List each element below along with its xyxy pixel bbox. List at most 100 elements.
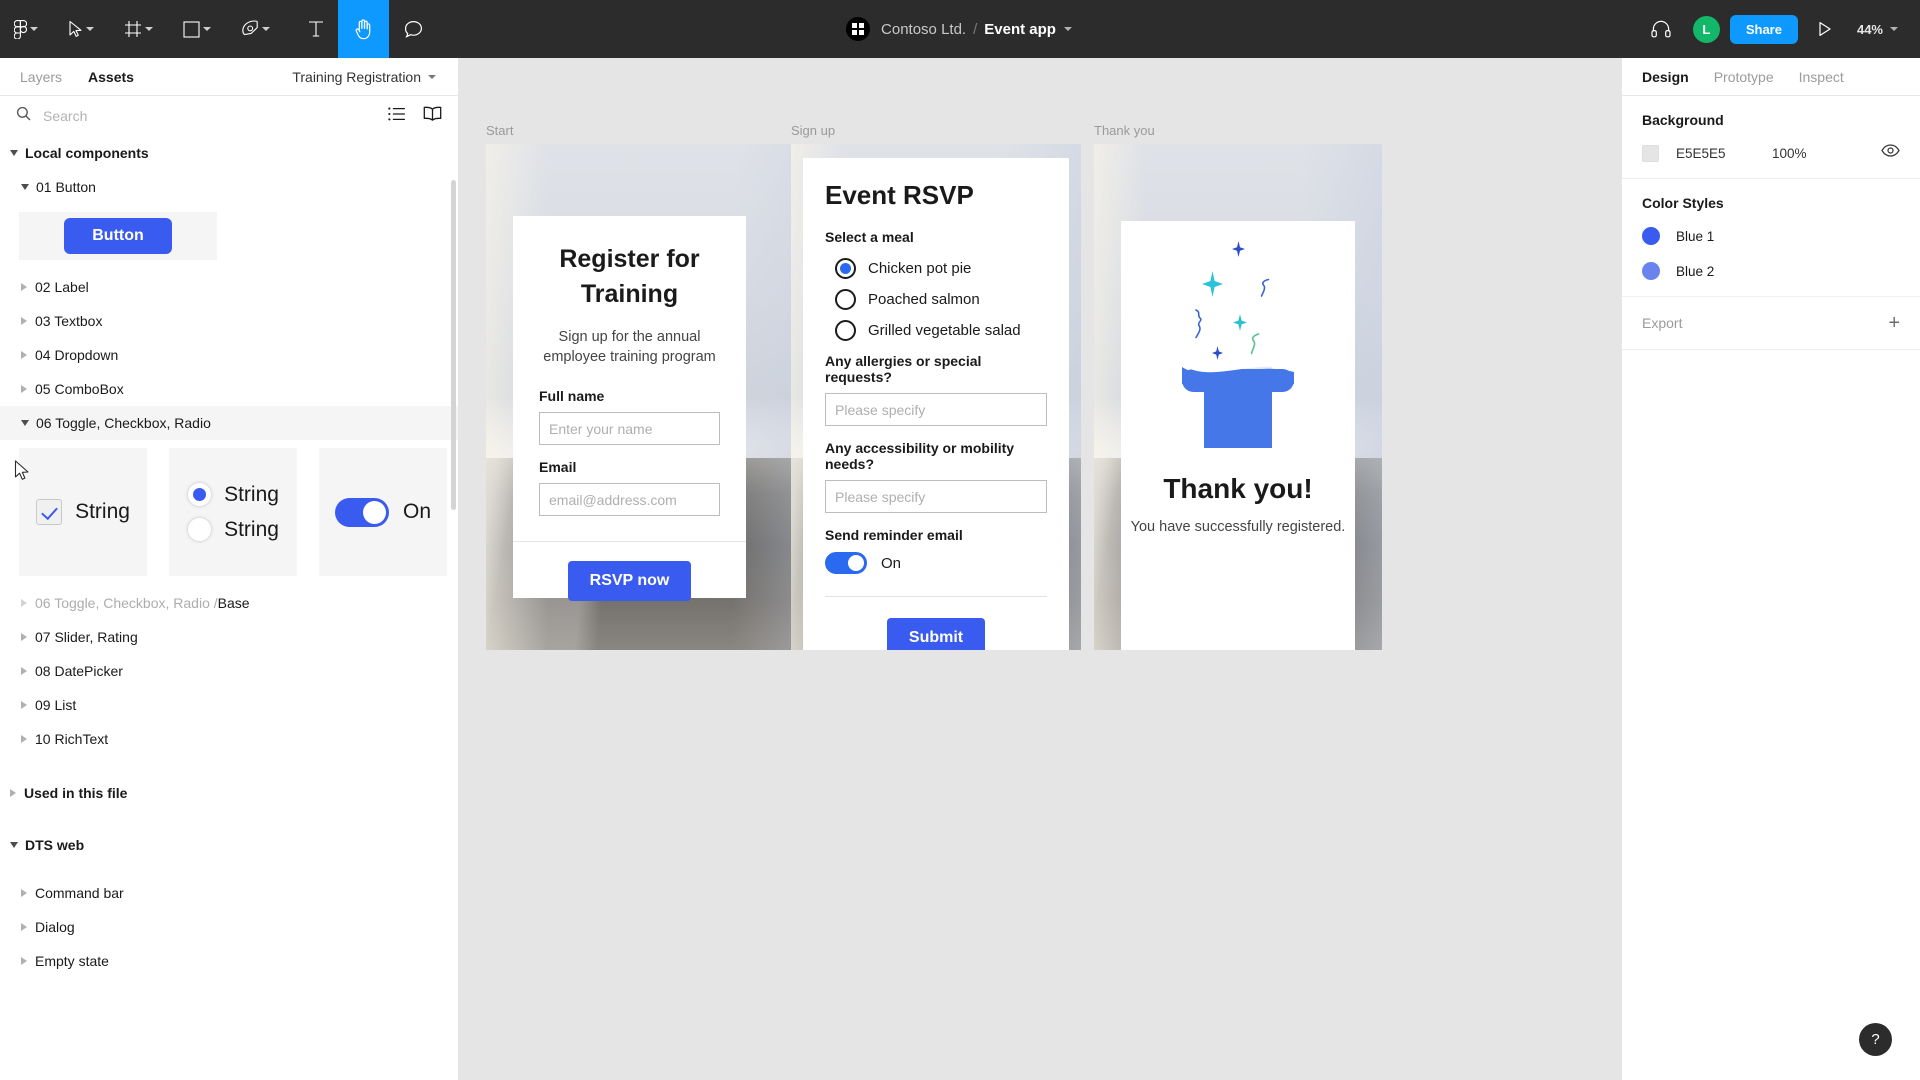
- tree-group-08-datepicker[interactable]: 08 DatePicker: [0, 654, 458, 688]
- search-input[interactable]: [43, 108, 263, 124]
- chevron-down-icon[interactable]: [145, 27, 153, 31]
- design-canvas[interactable]: Start Register for Training Sign up for …: [459, 58, 1621, 1080]
- tree-group-06-toggle-checkbox-radio[interactable]: 06 Toggle, Checkbox, Radio: [0, 406, 458, 440]
- chevron-down-icon[interactable]: [262, 27, 270, 31]
- chevron-right-icon: [21, 957, 27, 965]
- tree-label: 06 Toggle, Checkbox, Radio /: [35, 595, 218, 611]
- asset-checkbox-label: String: [75, 500, 130, 523]
- asset-button-component[interactable]: Button: [19, 212, 217, 260]
- library-book-icon[interactable]: [423, 106, 442, 126]
- reminder-toggle[interactable]: [825, 552, 867, 574]
- tree-label: Command bar: [35, 885, 124, 901]
- chevron-down-icon[interactable]: [86, 27, 94, 31]
- reminder-label: Send reminder email: [825, 527, 963, 543]
- shape-tool-icon[interactable]: [175, 0, 221, 58]
- hand-tool-icon[interactable]: [338, 0, 389, 58]
- tree-label: Used in this file: [24, 785, 128, 801]
- color-style-blue-2[interactable]: Blue 2: [1642, 262, 1900, 280]
- accessibility-input[interactable]: [825, 480, 1047, 513]
- frame-body-signup[interactable]: Event RSVP Select a meal Chicken pot pie…: [791, 144, 1081, 650]
- submit-button[interactable]: Submit: [886, 618, 986, 650]
- tree-label: 03 Textbox: [35, 313, 103, 329]
- color-style-label: Blue 2: [1676, 263, 1715, 279]
- background-section: Background E5E5E5 100%: [1622, 96, 1920, 179]
- tree-group-command-bar[interactable]: Command bar: [0, 876, 458, 910]
- full-name-input[interactable]: [539, 412, 720, 446]
- tree-group-03-textbox[interactable]: 03 Textbox: [0, 304, 458, 338]
- tree-label: Local components: [25, 145, 149, 161]
- figma-logo-icon[interactable]: [0, 0, 48, 58]
- breadcrumb-org[interactable]: Contoso Ltd.: [881, 21, 966, 38]
- tree-group-empty-state[interactable]: Empty state: [0, 944, 458, 978]
- avatar[interactable]: L: [1692, 15, 1720, 43]
- headset-icon[interactable]: [1639, 0, 1683, 58]
- chevron-down-icon[interactable]: [203, 27, 211, 31]
- assets-scrollbar[interactable]: [451, 180, 456, 510]
- add-export-icon[interactable]: +: [1888, 313, 1900, 333]
- squiggle-icon: [1193, 309, 1209, 344]
- tree-label: 09 List: [35, 697, 77, 713]
- thankyou-subtitle: You have successfully registered.: [1130, 519, 1346, 535]
- tab-inspect[interactable]: Inspect: [1799, 69, 1844, 85]
- export-label: Export: [1642, 315, 1683, 331]
- tab-layers[interactable]: Layers: [20, 69, 62, 85]
- frame-tool-icon[interactable]: [116, 0, 163, 58]
- email-input[interactable]: [539, 483, 720, 517]
- tree-group-07-slider-rating[interactable]: 07 Slider, Rating: [0, 620, 458, 654]
- present-play-icon[interactable]: [1804, 0, 1845, 58]
- meal-option-grilled-vegetable-salad[interactable]: Grilled vegetable salad: [835, 320, 1047, 341]
- chevron-down-icon[interactable]: [1890, 27, 1898, 31]
- asset-radio-component[interactable]: String String: [169, 448, 297, 576]
- chevron-down-icon[interactable]: [1063, 27, 1072, 31]
- frame-thankyou[interactable]: Thank you Thank you! You have successful…: [1094, 123, 1382, 650]
- frame-body-thankyou[interactable]: Thank you! You have successfully registe…: [1094, 144, 1382, 650]
- breadcrumb-file[interactable]: Event app: [984, 21, 1056, 38]
- zoom-control[interactable]: 44%: [1845, 22, 1906, 37]
- tree-group-02-label[interactable]: 02 Label: [0, 270, 458, 304]
- tree-group-05-combobox[interactable]: 05 ComboBox: [0, 372, 458, 406]
- help-button[interactable]: ?: [1859, 1023, 1892, 1056]
- frame-label-thankyou[interactable]: Thank you: [1094, 123, 1382, 138]
- tree-group-01-button[interactable]: 01 Button: [0, 170, 458, 204]
- frame-signup[interactable]: Sign up Event RSVP Select a meal Chicken…: [791, 123, 1081, 650]
- assets-tree[interactable]: Local components 01 Button Button 02 Lab…: [0, 136, 458, 1080]
- tab-design[interactable]: Design: [1642, 69, 1689, 85]
- tree-group-06-base[interactable]: 06 Toggle, Checkbox, Radio / Base: [0, 586, 458, 620]
- eye-visibility-icon[interactable]: [1881, 144, 1900, 162]
- text-tool-icon[interactable]: [294, 0, 338, 58]
- tab-prototype[interactable]: Prototype: [1714, 69, 1774, 85]
- pen-tool-icon[interactable]: [233, 0, 280, 58]
- chevron-down-icon[interactable]: [30, 27, 38, 31]
- tree-group-local-components[interactable]: Local components: [0, 136, 458, 170]
- frame-body-start[interactable]: Register for Training Sign up for the an…: [486, 144, 829, 650]
- tree-group-used-in-this-file[interactable]: Used in this file: [0, 776, 458, 810]
- comment-tool-icon[interactable]: [389, 0, 438, 58]
- search-field[interactable]: [16, 106, 388, 126]
- background-opacity[interactable]: 100%: [1772, 146, 1807, 161]
- tree-group-dialog[interactable]: Dialog: [0, 910, 458, 944]
- tree-group-dts-web[interactable]: DTS web: [0, 828, 458, 862]
- move-tool-icon[interactable]: [60, 0, 104, 58]
- tree-group-10-richtext[interactable]: 10 RichText: [0, 722, 458, 756]
- tree-group-04-dropdown[interactable]: 04 Dropdown: [0, 338, 458, 372]
- tree-group-09-list[interactable]: 09 List: [0, 688, 458, 722]
- allergies-input[interactable]: [825, 393, 1047, 426]
- background-hex[interactable]: E5E5E5: [1676, 146, 1772, 161]
- share-button[interactable]: Share: [1729, 14, 1798, 44]
- asset-checkbox-component[interactable]: String: [19, 448, 147, 576]
- color-style-blue-1[interactable]: Blue 1: [1642, 227, 1900, 245]
- tab-assets[interactable]: Assets: [88, 69, 134, 85]
- meal-option-poached-salmon[interactable]: Poached salmon: [835, 289, 1047, 310]
- list-view-icon[interactable]: [388, 107, 406, 126]
- frame-label-start[interactable]: Start: [486, 123, 829, 138]
- meal-option-label: Poached salmon: [868, 291, 980, 308]
- library-picker[interactable]: Training Registration: [292, 69, 438, 85]
- frame-start[interactable]: Start Register for Training Sign up for …: [486, 123, 829, 650]
- background-swatch[interactable]: [1642, 144, 1659, 162]
- rsvp-now-button[interactable]: RSVP now: [567, 561, 692, 602]
- tree-label: Dialog: [35, 919, 75, 935]
- meal-option-chicken-pot-pie[interactable]: Chicken pot pie: [835, 258, 1047, 279]
- frame-label-signup[interactable]: Sign up: [791, 123, 1081, 138]
- asset-toggle-component[interactable]: On: [319, 448, 447, 576]
- radio-selected-icon: [187, 482, 213, 507]
